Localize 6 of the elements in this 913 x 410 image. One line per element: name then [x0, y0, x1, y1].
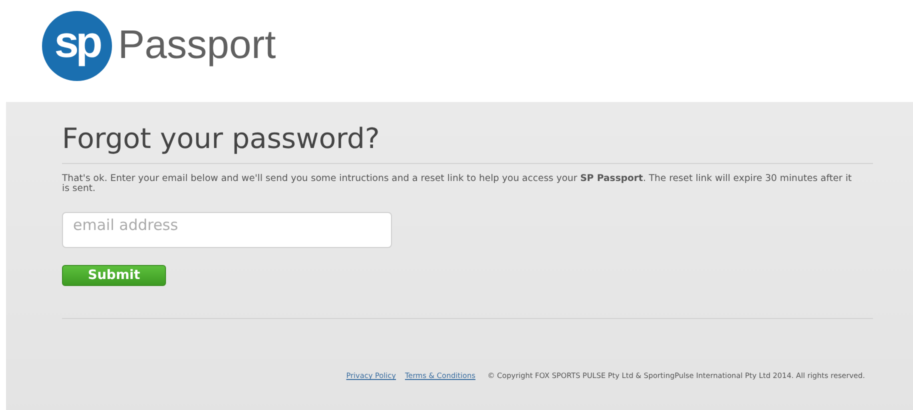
logo-text: Passport	[118, 23, 276, 68]
page-heading: Forgot your password?	[62, 122, 381, 155]
logo-mark: sp	[42, 10, 112, 80]
intro-text: That's ok. Enter your email below and we'll send you some intructions and a reset link to help you access your SP Passport. The reset link will expire 30 minutes after it is sent.	[62, 174, 853, 194]
submit-button[interactable]: Submit	[62, 265, 166, 286]
email-field[interactable]: email address	[62, 212, 392, 248]
